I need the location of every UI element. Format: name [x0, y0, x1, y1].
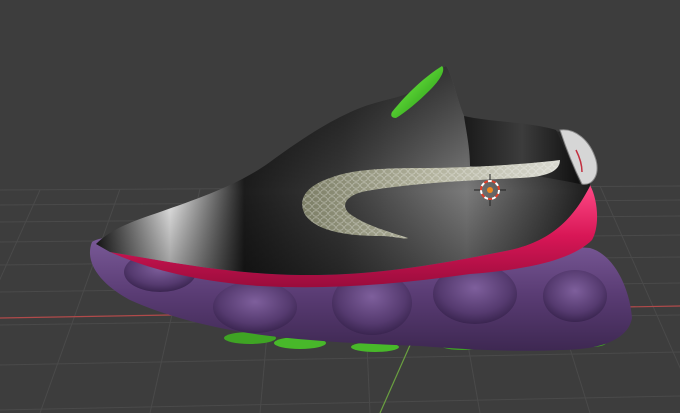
3d-scene[interactable] [0, 0, 680, 413]
3d-viewport[interactable] [0, 0, 680, 413]
